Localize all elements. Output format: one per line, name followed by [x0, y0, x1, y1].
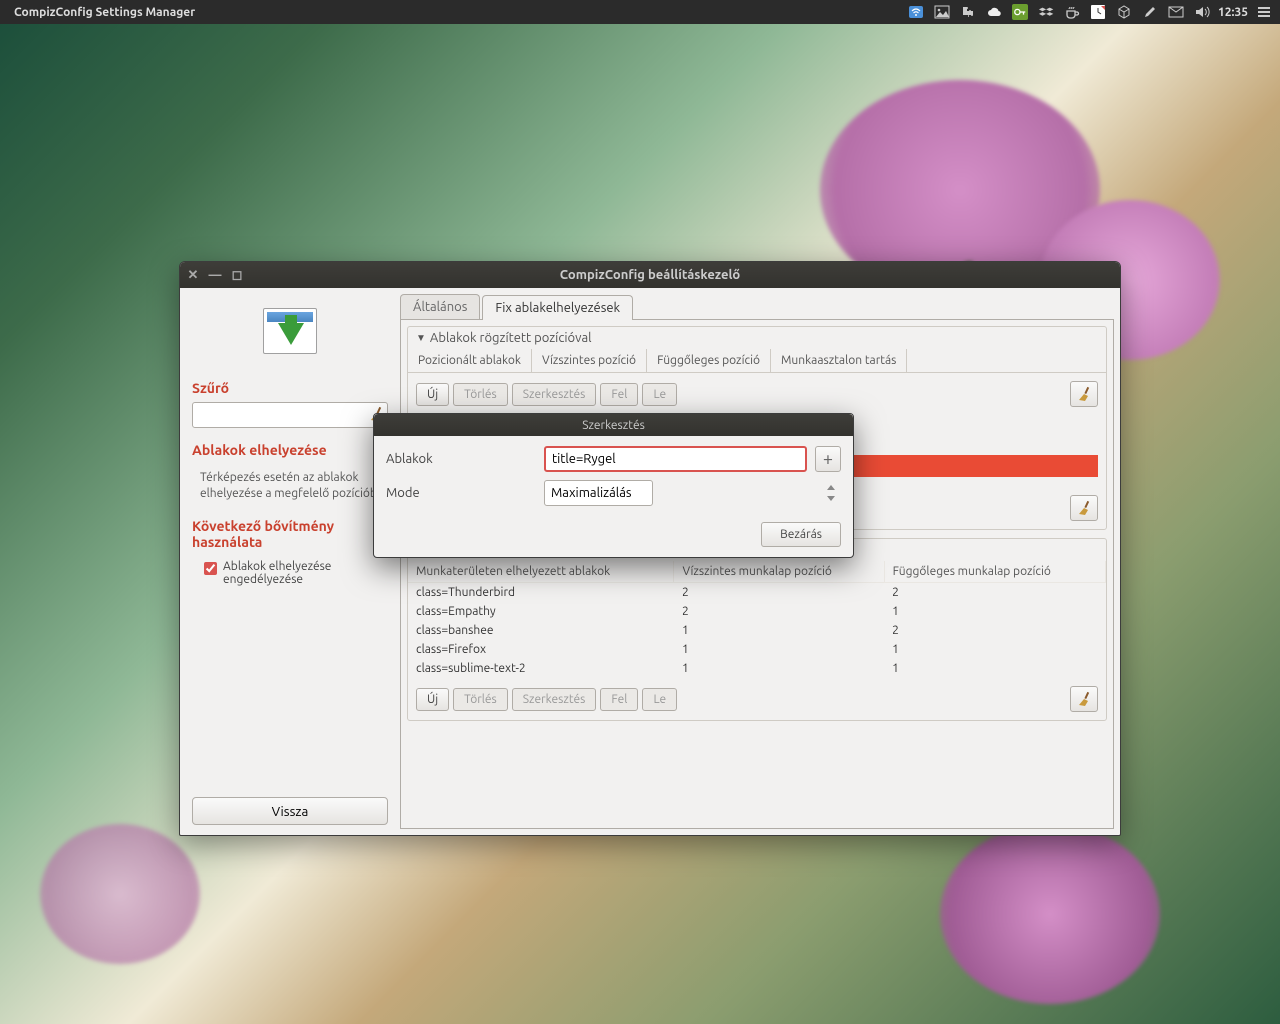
puzzle-icon[interactable]	[960, 4, 976, 20]
edit-button: Szerkesztés	[512, 383, 597, 406]
table-row[interactable]: class=banshee12	[408, 621, 1106, 640]
table-row[interactable]: class=Empathy21	[408, 602, 1106, 621]
top-panel: CompizConfig Settings Manager	[0, 0, 1280, 24]
subtabs: Pozicionált ablakok Vízszintes pozíció F…	[408, 349, 1106, 373]
close-icon[interactable]: ✕	[186, 268, 200, 282]
section-desc: Térképezés esetén az ablakok elhelyezése…	[192, 464, 388, 508]
col-hpos[interactable]: Vízszintes munkalap pozíció	[674, 561, 884, 583]
tab-general[interactable]: Általános	[400, 294, 480, 319]
new-button-2[interactable]: Új	[416, 688, 449, 711]
pencil-icon[interactable]	[1142, 4, 1158, 20]
windows-label: Ablakok	[386, 452, 536, 466]
reset-button-2[interactable]	[1070, 495, 1098, 521]
col-vpos[interactable]: Függőleges munkalap pozíció	[884, 561, 1105, 583]
table-row[interactable]: class=Firefox11	[408, 640, 1106, 659]
down-button: Le	[642, 383, 677, 406]
up-button: Fel	[600, 383, 638, 406]
clock-alert-icon[interactable]	[1090, 4, 1106, 20]
filter-heading: Szűrő	[192, 380, 388, 396]
window-titlebar[interactable]: ✕ — ◻ CompizConfig beállításkezelő	[180, 262, 1120, 288]
sidebar: Szűrő Ablakok elhelyezése Térképezés ese…	[180, 288, 400, 835]
reset-button-3[interactable]	[1070, 686, 1098, 712]
down-button-2: Le	[642, 688, 677, 711]
windows-input[interactable]	[544, 446, 807, 472]
up-button-2: Fel	[600, 688, 638, 711]
enable-plugin-checkbox[interactable]	[204, 562, 217, 575]
mode-select[interactable]: Maximalizálás	[544, 480, 653, 506]
table-row[interactable]: class=sublime-text-211	[408, 659, 1106, 678]
enable-plugin-label: Ablakok elhelyezése engedélyezése	[223, 560, 388, 586]
package-icon[interactable]	[1116, 4, 1132, 20]
mail-icon[interactable]	[1168, 4, 1184, 20]
table-row[interactable]: class=Thunderbird22	[408, 583, 1106, 603]
active-app-title: CompizConfig Settings Manager	[14, 6, 195, 19]
content: Általános Fix ablakelhelyezések ▼ Ablako…	[400, 288, 1120, 835]
delete-button-2: Törlés	[453, 688, 508, 711]
section-heading: Ablakok elhelyezése	[192, 442, 388, 458]
col-windows[interactable]: Munkaterületen elhelyezett ablakok	[408, 561, 674, 583]
filter-input[interactable]	[192, 402, 388, 428]
tray-icons	[908, 4, 1210, 20]
plugin-icon	[263, 308, 317, 354]
image-icon[interactable]	[934, 4, 950, 20]
volume-icon[interactable]	[1194, 4, 1210, 20]
back-button[interactable]: Vissza	[192, 797, 388, 825]
collapse-icon: ▼	[416, 332, 426, 344]
key-icon[interactable]	[1012, 4, 1028, 20]
subtab-vertical[interactable]: Függőleges pozíció	[647, 349, 771, 372]
cloud-icon[interactable]	[986, 4, 1002, 20]
close-button[interactable]: Bezárás	[761, 522, 841, 547]
viewport-table[interactable]: Munkaterületen elhelyezett ablakok Vízsz…	[408, 561, 1106, 678]
group-fixed-viewport: ▼ Ablakok rögzített nézőponttal Munkater…	[407, 538, 1107, 721]
coffee-icon[interactable]	[1064, 4, 1080, 20]
new-button[interactable]: Új	[416, 383, 449, 406]
delete-button: Törlés	[453, 383, 508, 406]
reset-button[interactable]	[1070, 381, 1098, 407]
group-fixed-position-header[interactable]: ▼ Ablakok rögzített pozícióval	[408, 327, 1106, 349]
subtab-keep-on-desktop[interactable]: Munkaasztalon tartás	[771, 349, 907, 372]
subtab-horizontal[interactable]: Vízszintes pozíció	[532, 349, 647, 372]
window-title: CompizConfig beállításkezelő	[560, 268, 741, 282]
main-tabs: Általános Fix ablakelhelyezések	[400, 294, 1114, 320]
edit-dialog: Szerkesztés Ablakok + Mode Maximalizálás…	[373, 413, 854, 558]
maximize-icon[interactable]: ◻	[230, 268, 244, 282]
wifi-icon[interactable]	[908, 4, 924, 20]
edit-button-2: Szerkesztés	[512, 688, 597, 711]
dialog-title[interactable]: Szerkesztés	[374, 414, 853, 436]
add-match-button[interactable]: +	[815, 446, 841, 472]
session-icon[interactable]	[1256, 4, 1272, 20]
mode-label: Mode	[386, 486, 536, 500]
clock[interactable]: 12:35	[1218, 6, 1248, 19]
next-plugin-heading: Következő bővítmény használata	[192, 518, 388, 550]
tab-fixed-placement[interactable]: Fix ablakelhelyezések	[482, 295, 633, 320]
minimize-icon[interactable]: —	[208, 268, 222, 282]
enable-plugin-row[interactable]: Ablakok elhelyezése engedélyezése	[192, 556, 388, 586]
dropbox-icon[interactable]	[1038, 4, 1054, 20]
subtab-positioned[interactable]: Pozicionált ablakok	[408, 349, 532, 372]
